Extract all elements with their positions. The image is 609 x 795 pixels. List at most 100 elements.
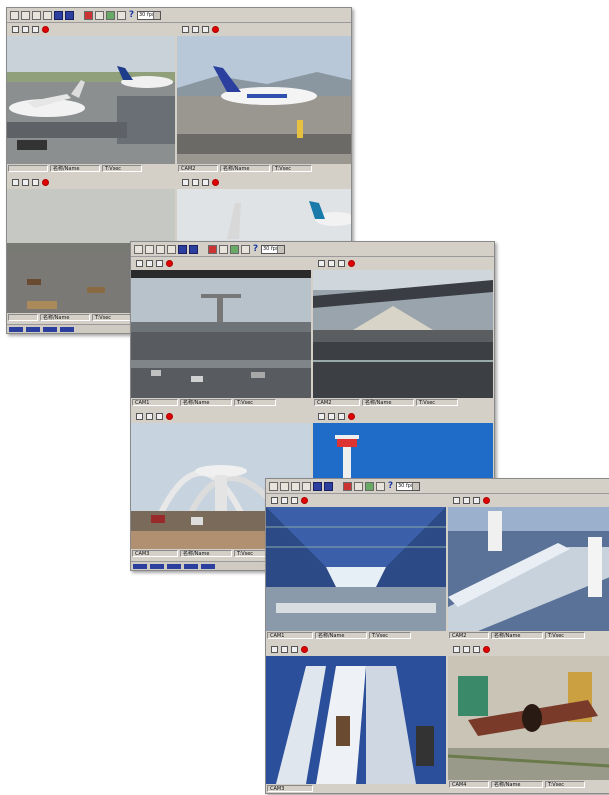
search-icon[interactable] [117, 10, 126, 20]
task-icon[interactable] [133, 563, 147, 569]
speed-select[interactable]: 30 fps [261, 244, 285, 254]
main-toolbar: ? 30 fps [131, 242, 494, 257]
help-icon[interactable]: ? [252, 244, 259, 254]
fullscreen-icon[interactable] [178, 244, 187, 254]
settings-icon[interactable] [365, 481, 374, 491]
camera-name-label: 名称/Name [180, 550, 232, 557]
print-icon[interactable] [453, 497, 460, 504]
snapshot-icon[interactable] [32, 26, 39, 33]
task-icon[interactable] [26, 326, 40, 332]
ptz-icon[interactable] [328, 413, 335, 420]
camera-4-icon[interactable] [43, 10, 52, 20]
ptz-icon[interactable] [146, 260, 153, 267]
search-icon[interactable] [376, 481, 385, 491]
fullscreen-icon[interactable] [313, 481, 322, 491]
task-icon[interactable] [167, 563, 181, 569]
ptz-icon[interactable] [146, 413, 153, 420]
speed-select[interactable]: 30 fps [137, 10, 161, 20]
help-icon[interactable]: ? [128, 10, 135, 20]
print-icon[interactable] [12, 26, 19, 33]
stop-icon[interactable] [324, 481, 333, 491]
ptz-icon[interactable] [328, 260, 335, 267]
record-icon[interactable] [343, 481, 352, 491]
camera-3-icon[interactable] [156, 244, 165, 254]
print-icon[interactable] [453, 646, 460, 653]
task-icon[interactable] [9, 326, 23, 332]
task-icon[interactable] [60, 326, 74, 332]
print-icon[interactable] [136, 413, 143, 420]
camera-4-icon[interactable] [167, 244, 176, 254]
record-dot-icon[interactable] [348, 413, 355, 420]
print-icon[interactable] [271, 646, 278, 653]
stop-icon[interactable] [65, 10, 74, 20]
ptz-icon[interactable] [192, 179, 199, 186]
snapshot-icon[interactable] [156, 413, 163, 420]
camera-1-icon[interactable] [269, 481, 278, 491]
snapshot-icon[interactable] [338, 260, 345, 267]
camera-1-icon[interactable] [134, 244, 143, 254]
stop-icon[interactable] [189, 244, 198, 254]
task-icon[interactable] [184, 563, 198, 569]
task-icon[interactable] [150, 563, 164, 569]
task-icon[interactable] [43, 326, 57, 332]
ptz-icon[interactable] [463, 646, 470, 653]
record-dot-icon[interactable] [166, 413, 173, 420]
settings-icon[interactable] [230, 244, 239, 254]
print-icon[interactable] [271, 497, 278, 504]
time-label: T:Vsec [545, 632, 585, 639]
snapshot-icon[interactable] [473, 646, 480, 653]
ptz-icon[interactable] [22, 179, 29, 186]
record-dot-icon[interactable] [483, 497, 490, 504]
record-dot-icon[interactable] [301, 497, 308, 504]
pane-toolbar [131, 257, 311, 270]
snapshot-icon[interactable] [338, 413, 345, 420]
record-dot-icon[interactable] [42, 26, 49, 33]
record-dot-icon[interactable] [42, 179, 49, 186]
print-icon[interactable] [182, 179, 189, 186]
tools-icon[interactable] [219, 244, 228, 254]
record-icon[interactable] [84, 10, 93, 20]
fullscreen-icon[interactable] [54, 10, 63, 20]
ptz-icon[interactable] [463, 497, 470, 504]
record-dot-icon[interactable] [212, 26, 219, 33]
search-icon[interactable] [241, 244, 250, 254]
camera-3-icon[interactable] [32, 10, 41, 20]
record-dot-icon[interactable] [348, 260, 355, 267]
snapshot-icon[interactable] [156, 260, 163, 267]
tools-icon[interactable] [354, 481, 363, 491]
help-icon[interactable]: ? [387, 481, 394, 491]
snapshot-icon[interactable] [291, 646, 298, 653]
record-dot-icon[interactable] [212, 179, 219, 186]
ptz-icon[interactable] [192, 26, 199, 33]
print-icon[interactable] [318, 260, 325, 267]
print-icon[interactable] [12, 179, 19, 186]
snapshot-icon[interactable] [291, 497, 298, 504]
ptz-icon[interactable] [281, 497, 288, 504]
ptz-icon[interactable] [281, 646, 288, 653]
print-icon[interactable] [182, 26, 189, 33]
pane-toolbar [266, 643, 446, 656]
camera-2-icon[interactable] [280, 481, 289, 491]
record-dot-icon[interactable] [483, 646, 490, 653]
ptz-icon[interactable] [22, 26, 29, 33]
camera-4-icon[interactable] [302, 481, 311, 491]
record-icon[interactable] [208, 244, 217, 254]
camera-2-icon[interactable] [145, 244, 154, 254]
record-dot-icon[interactable] [301, 646, 308, 653]
camera-1-icon[interactable] [10, 10, 19, 20]
snapshot-icon[interactable] [202, 179, 209, 186]
speed-select[interactable]: 30 fps [396, 481, 420, 491]
tools-icon[interactable] [95, 10, 104, 20]
print-icon[interactable] [318, 413, 325, 420]
camera-2-icon[interactable] [21, 10, 30, 20]
settings-icon[interactable] [106, 10, 115, 20]
snapshot-icon[interactable] [202, 26, 209, 33]
task-icon[interactable] [201, 563, 215, 569]
time-label: T:Vsec [369, 632, 411, 639]
record-dot-icon[interactable] [166, 260, 173, 267]
snapshot-icon[interactable] [473, 497, 480, 504]
camera-3-icon[interactable] [291, 481, 300, 491]
print-icon[interactable] [136, 260, 143, 267]
camera-feed-image [7, 36, 175, 164]
snapshot-icon[interactable] [32, 179, 39, 186]
